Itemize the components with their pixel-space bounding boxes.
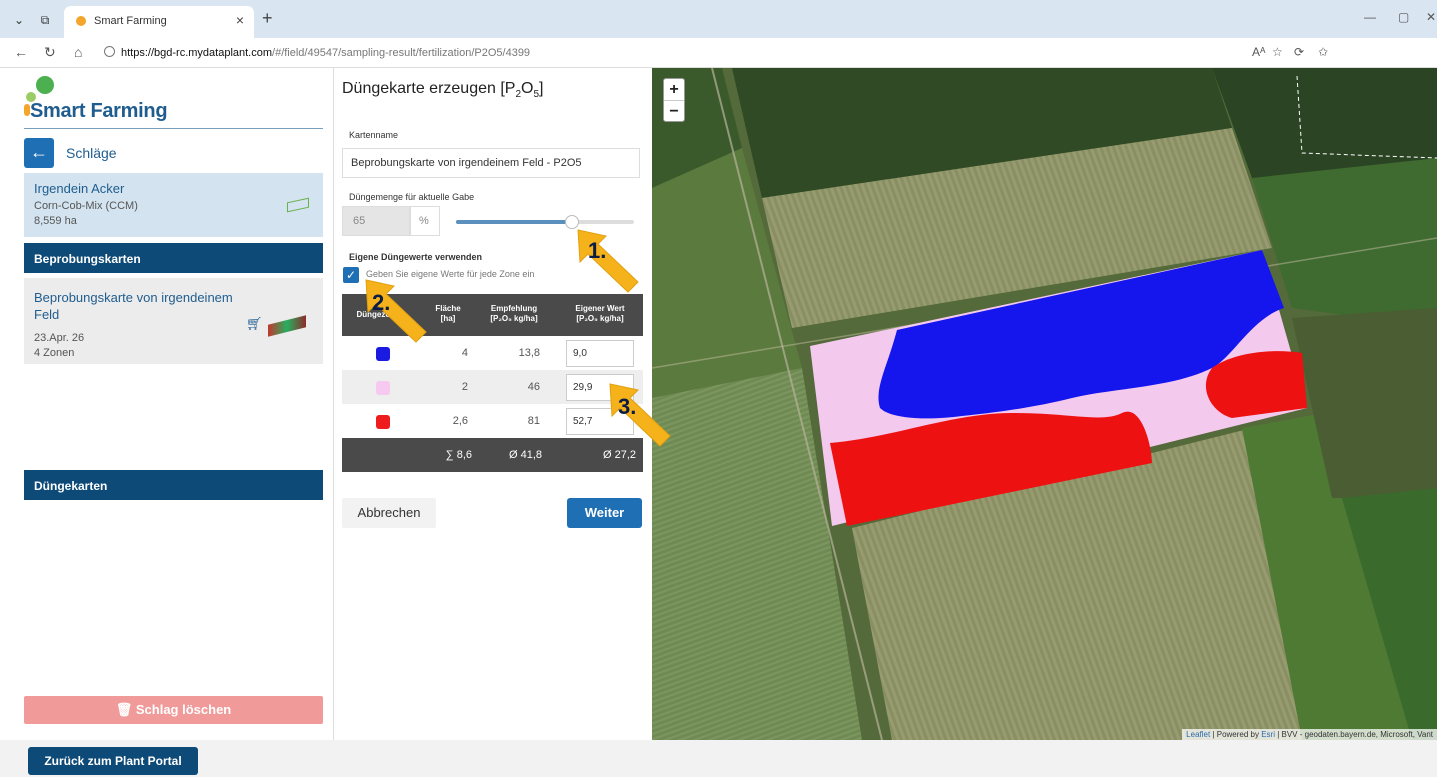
zone-recommendation: 13,8: [518, 347, 540, 359]
arrow-icon: [609, 383, 671, 447]
map-thumbnail: [268, 315, 306, 337]
zoom-out-button[interactable]: −: [664, 101, 684, 123]
field-name: Irgendein Acker: [34, 181, 125, 196]
next-button[interactable]: Weiter: [567, 498, 642, 528]
trash-icon: 🗑︎: [115, 702, 136, 717]
leaflet-link[interactable]: Leaflet: [1186, 730, 1210, 739]
delete-field-button[interactable]: 🗑︎ Schlag löschen: [24, 696, 323, 724]
satellite-imagery: [652, 68, 1437, 740]
map-attribution: Leaflet | Powered by Esri | BVV - geodat…: [1182, 729, 1437, 740]
tab-title: Smart Farming: [94, 15, 167, 27]
reload-icon[interactable]: ↻: [44, 44, 56, 61]
zone-area: 2: [461, 381, 468, 393]
sampling-maps-header: Beprobungskarten: [24, 243, 323, 273]
marker-number: 3.: [618, 394, 637, 419]
table-footer: ∑ 8,6 Ø 41,8 Ø 27,2: [342, 438, 643, 472]
col-own-value: Eigener Wert [P₂O₅ kg/ha]: [575, 304, 625, 323]
field-shape-icon: [287, 197, 309, 213]
maximize-icon[interactable]: ▢: [1398, 10, 1409, 24]
sampling-map-date: 23.Apr. 26: [34, 332, 85, 344]
marker-number: 1.: [588, 238, 607, 263]
url-host: https://bgd-rc.mydataplant.com: [121, 47, 273, 59]
zone-recommendation: 46: [527, 381, 540, 393]
avg-recommendation: Ø 41,8: [508, 449, 542, 461]
map-name-input[interactable]: Beprobungskarte von irgendeinem Feld - P…: [342, 148, 640, 178]
sum-area: ∑ 8,6: [445, 449, 472, 461]
divider: [24, 128, 323, 129]
zoom-in-button[interactable]: +: [664, 79, 684, 101]
address-bar: ← ↻ ⌂ https://bgd-rc.mydataplant.com/#/f…: [0, 38, 1437, 68]
sampling-map-card[interactable]: Beprobungskarte von irgendeinem Feld 23.…: [24, 278, 323, 364]
avg-own-value: Ø 27,2: [602, 449, 636, 461]
zoom-control: + −: [663, 78, 685, 122]
amount-input[interactable]: 65: [342, 206, 410, 236]
browser-tab-bar: ⌄ ⧉ Smart Farming × + — ▢ ✕: [0, 0, 1437, 38]
sampling-map-zones: 4 Zonen: [34, 347, 75, 359]
amount-unit: %: [410, 206, 440, 236]
footer-bar: Zurück zum Plant Portal: [0, 740, 1437, 777]
marker-number: 2.: [372, 290, 391, 315]
table-row: 2,6 81 52,7: [342, 404, 643, 438]
page-title: Düngekarte erzeugen [P2O5]: [342, 80, 544, 101]
back-to-portal-button[interactable]: Zurück zum Plant Portal: [28, 747, 198, 775]
url-field[interactable]: https://bgd-rc.mydataplant.com/#/field/4…: [104, 46, 530, 59]
url-path: /#/field/49547/sampling-result/fertiliza…: [272, 47, 531, 59]
zone-color-swatch: [376, 415, 390, 429]
zone-color-swatch: [376, 381, 390, 395]
back-arrow-button[interactable]: ←: [24, 138, 54, 168]
favorites-icon[interactable]: ✩: [1318, 45, 1328, 59]
zone-area: 2,6: [452, 415, 468, 427]
field-crop: Corn-Cob-Mix (CCM): [34, 200, 138, 212]
cart-icon[interactable]: 🛒︎: [246, 316, 263, 332]
new-tab-icon[interactable]: +: [262, 8, 273, 29]
close-window-icon[interactable]: ✕: [1426, 10, 1436, 24]
sidebar: Smart Farming ← Schläge Irgendein Acker …: [0, 68, 334, 740]
zone-area: 4: [461, 347, 468, 359]
annotation-marker-2: 2.: [360, 276, 440, 346]
tab-list-icon[interactable]: ⌄: [8, 10, 30, 30]
fertilizer-maps-header: Düngekarten: [24, 470, 323, 500]
annotation-marker-1: 1.: [572, 226, 652, 296]
col-recommendation: Empfehlung [P₂O₅ kg/ha]: [490, 304, 538, 323]
own-values-label: Eigene Düngewerte verwenden: [349, 252, 483, 262]
tab-smart-farming[interactable]: Smart Farming ×: [64, 6, 254, 38]
workspaces-icon[interactable]: ⧉: [34, 10, 56, 30]
delete-field-label: Schlag löschen: [135, 702, 232, 717]
cancel-button[interactable]: Abbrechen: [342, 498, 436, 528]
logo-text: Smart Farming: [30, 100, 168, 122]
zone-color-swatch: [376, 347, 390, 361]
map-view[interactable]: + − Leaflet | Powered by Esri | BVV - ge…: [652, 68, 1437, 740]
extensions-icon[interactable]: ⟳: [1294, 45, 1304, 59]
esri-link[interactable]: Esri: [1261, 730, 1275, 739]
read-aloud-icon[interactable]: A͏ᴬ: [1252, 45, 1265, 59]
lock-icon: [104, 46, 115, 57]
minimize-icon[interactable]: —: [1364, 10, 1376, 24]
smart-farming-logo: Smart Farming: [24, 76, 304, 128]
amount-slider[interactable]: [456, 215, 634, 229]
sampling-map-name: Beprobungskarte von irgendeinem Feld: [34, 290, 233, 322]
annotation-marker-3: 3.: [604, 380, 684, 450]
field-card[interactable]: Irgendein Acker Corn-Cob-Mix (CCM) 8,559…: [24, 173, 323, 237]
home-icon[interactable]: ⌂: [74, 44, 82, 60]
back-icon[interactable]: ←: [14, 44, 28, 60]
field-area: 8,559 ha: [34, 215, 77, 227]
slider-fill: [456, 220, 572, 224]
favorite-star-icon[interactable]: ☆: [1272, 45, 1283, 59]
table-row: 2 46 29,9: [342, 370, 643, 404]
own-value-input[interactable]: 9,0: [566, 340, 634, 367]
fields-link[interactable]: Schläge: [66, 145, 117, 161]
amount-label: Düngemenge für aktuelle Gabe: [349, 192, 475, 202]
map-name-label: Kartenname: [349, 130, 399, 140]
close-tab-icon[interactable]: ×: [236, 12, 244, 28]
zone-recommendation: 81: [527, 415, 540, 427]
own-values-checkbox[interactable]: ✓: [343, 267, 359, 283]
arrow-icon: [577, 229, 639, 293]
favicon-icon: [76, 16, 86, 26]
